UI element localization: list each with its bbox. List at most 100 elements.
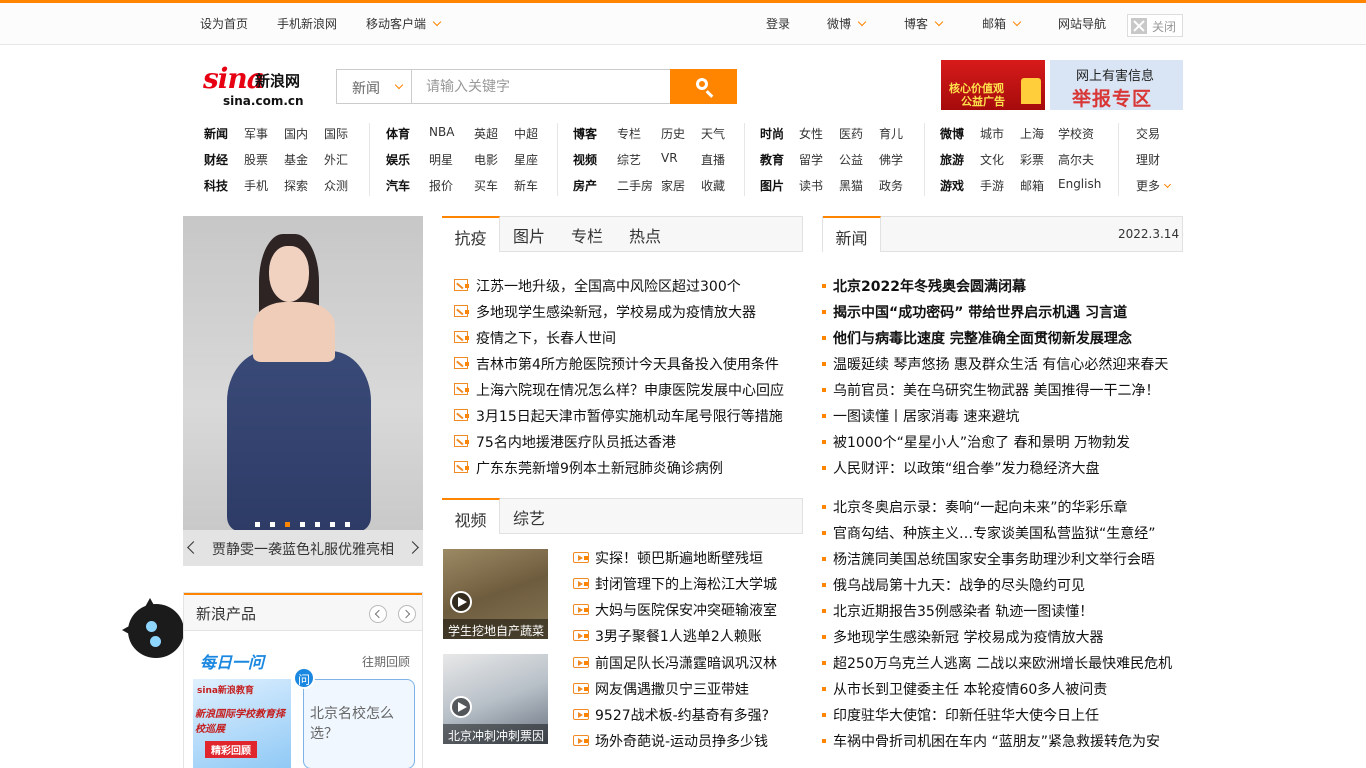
nav-link-g4-2-0[interactable]: 图片 [760,177,784,194]
epidemic-item[interactable]: 上海六院现在情况怎么样？申康医院发展中心回应 [454,380,784,400]
slide-photo[interactable] [183,216,423,531]
nav-link-g3-0-3[interactable]: 天气 [701,125,725,142]
tab-video-0[interactable]: 视频 [442,498,500,534]
news-item[interactable]: 乌前官员：美在乌研究生物武器 美国推得一干二净！ [822,380,1159,400]
news-item[interactable]: 北京近期报告35例感染者 轨迹一图读懂！ [822,601,1093,621]
weibo-menu[interactable]: 微博 [827,15,867,32]
nav-link-g5-2-3[interactable]: English [1058,177,1101,191]
slide-dot[interactable] [270,522,275,527]
nav-link-g6-2[interactable]: 更多 [1136,177,1172,194]
nav-link-g6-1[interactable]: 理财 [1136,151,1160,168]
news-item[interactable]: 车祸中骨折司机困在车内 “蓝朋友”紧急救援转危为安 [822,731,1160,751]
nav-link-g2-2-1[interactable]: 报价 [429,177,453,194]
site-nav-link[interactable]: 网站导航 [1058,15,1106,32]
nav-link-g5-2-0[interactable]: 游戏 [940,177,964,194]
nav-link-g2-0-3[interactable]: 中超 [514,125,538,142]
nav-link-g2-1-2[interactable]: 电影 [474,151,498,168]
nav-link-g1-2-1[interactable]: 手机 [244,177,268,194]
nav-link-g4-0-0[interactable]: 时尚 [760,125,784,142]
news-headline[interactable]: 揭示中国“成功密码” 带给世界启示机遇 习言道 [822,302,1127,322]
nav-link-g4-2-2[interactable]: 黑猫 [839,177,863,194]
video-thumbnail[interactable]: 北京冲刺冲刺票因 [443,654,548,744]
slide-dot[interactable] [285,522,290,527]
news-item[interactable]: 官商勾结、种族主义…专家谈美国私营监狱“生意经” [822,523,1156,543]
news-item[interactable]: 被1000个“星星小人”治愈了 春和景明 万物勃发 [822,432,1130,452]
video-item[interactable]: 大妈与医院保安冲突砸输液室 [573,600,777,620]
nav-link-g2-1-1[interactable]: 明星 [429,151,453,168]
tab-epidemic-0[interactable]: 抗疫 [442,216,500,252]
tab-epidemic-1[interactable]: 图片 [500,216,558,252]
mobile-sina-link[interactable]: 手机新浪网 [277,15,337,32]
news-item[interactable]: 从市长到卫健委主任 本轮疫情60多人被问责 [822,679,1107,699]
nav-link-g1-0-2[interactable]: 国内 [284,125,308,142]
nav-link-g4-0-1[interactable]: 女性 [799,125,823,142]
nav-link-g4-2-1[interactable]: 读书 [799,177,823,194]
video-item[interactable]: 场外奇葩说-运动员挣多少钱 [573,731,768,751]
news-item[interactable]: 一图读懂丨居家消毒 速来避坑 [822,406,1019,426]
nav-link-g4-1-1[interactable]: 留学 [799,151,823,168]
news-item[interactable]: 多地现学生感染新冠 学校易成为疫情放大器 [822,627,1103,647]
mobile-client-menu[interactable]: 移动客户端 [366,15,442,32]
news-headline[interactable]: 他们与病毒比速度 完整准确全面贯彻新发展理念 [822,328,1132,348]
nav-link-g1-1-1[interactable]: 股票 [244,151,268,168]
nav-link-g1-0-0[interactable]: 新闻 [204,125,228,142]
nav-link-g5-2-1[interactable]: 手游 [980,177,1004,194]
nav-link-g5-0-3[interactable]: 学校资 [1058,125,1094,142]
slide-dot[interactable] [255,522,260,527]
close-button[interactable]: 关闭 [1127,14,1183,37]
prev-button[interactable] [369,605,387,623]
nav-link-g2-0-1[interactable]: NBA [429,125,454,139]
epidemic-item[interactable]: 疫情之下，长春人世间 [454,328,616,348]
news-item[interactable]: 杨洁篪同美国总统国家安全事务助理沙利文举行会晤 [822,549,1155,569]
photo-slideshow[interactable]: 贾静雯一袭蓝色礼服优雅亮相 [183,216,423,566]
nav-link-g3-1-0[interactable]: 视频 [573,151,597,168]
nav-link-g3-2-1[interactable]: 二手房 [617,177,653,194]
report-banner[interactable]: 网上有害信息 举报专区 [1050,60,1183,110]
epidemic-item[interactable]: 广东东莞新增9例本土新冠肺炎确诊病例 [454,458,723,478]
tab-epidemic-3[interactable]: 热点 [616,216,674,252]
nav-link-g1-0-1[interactable]: 军事 [244,125,268,142]
nav-link-g2-1-0[interactable]: 娱乐 [386,151,410,168]
video-item[interactable]: 3男子聚餐1人逃单2人赖账 [573,626,762,646]
slide-dot[interactable] [330,522,335,527]
next-button[interactable] [398,605,416,623]
edu-thumbnail[interactable]: sina新浪教育 新浪国际学校教育择校巡展 精彩回顾 [193,679,291,768]
nav-link-g6-0[interactable]: 交易 [1136,125,1160,142]
nav-link-g2-2-3[interactable]: 新车 [514,177,538,194]
nav-link-g2-2-2[interactable]: 买车 [474,177,498,194]
epidemic-item[interactable]: 75名内地援港医疗队员抵达香港 [454,432,676,452]
next-arrow-icon[interactable] [406,541,419,554]
nav-link-g3-0-0[interactable]: 博客 [573,125,597,142]
video-item[interactable]: 实探！顿巴斯遍地断壁残垣 [573,548,763,568]
nav-link-g1-1-0[interactable]: 财经 [204,151,228,168]
login-link[interactable]: 登录 [766,15,790,32]
set-homepage-link[interactable]: 设为首页 [200,15,248,32]
search-button[interactable] [670,69,737,104]
nav-link-g2-0-0[interactable]: 体育 [386,125,410,142]
video-item[interactable]: 网友偶遇撒贝宁三亚带娃 [573,679,749,699]
blog-menu[interactable]: 博客 [904,15,944,32]
news-item[interactable]: 人民财评：以政策“组合拳”发力稳经济大盘 [822,458,1100,478]
search-input[interactable] [411,69,671,104]
news-item[interactable]: 北京冬奥启示录：奏响“一起向未来”的华彩乐章 [822,497,1128,517]
mail-menu[interactable]: 邮箱 [982,15,1022,32]
nav-link-g2-2-0[interactable]: 汽车 [386,177,410,194]
news-headline[interactable]: 北京2022年冬残奥会圆满闭幕 [822,276,1026,296]
epidemic-item[interactable]: 多地现学生感染新冠，学校易成为疫情放大器 [454,302,756,322]
nav-link-g4-1-0[interactable]: 教育 [760,151,784,168]
nav-link-g3-2-2[interactable]: 家居 [661,177,685,194]
nav-link-g1-1-2[interactable]: 基金 [284,151,308,168]
nav-link-g4-1-2[interactable]: 公益 [839,151,863,168]
nav-link-g1-1-3[interactable]: 外汇 [324,151,348,168]
slide-dot[interactable] [300,522,305,527]
cat-mascot-icon[interactable] [122,598,184,660]
tab-epidemic-2[interactable]: 专栏 [558,216,616,252]
past-review-link[interactable]: 往期回顾 [362,653,410,670]
nav-link-g1-2-2[interactable]: 探索 [284,177,308,194]
news-item[interactable]: 印度驻华大使馆：印新任驻华大使今日上任 [822,705,1099,725]
video-item[interactable]: 9527战术板-约基奇有多强? [573,705,769,725]
sina-logo[interactable]: sina 新浪网 sina.com.cn [203,60,315,110]
nav-link-g4-2-3[interactable]: 政务 [879,177,903,194]
nav-link-g4-0-3[interactable]: 育儿 [879,125,903,142]
epidemic-item[interactable]: 江苏一地升级，全国高中风险区超过300个 [454,276,741,296]
